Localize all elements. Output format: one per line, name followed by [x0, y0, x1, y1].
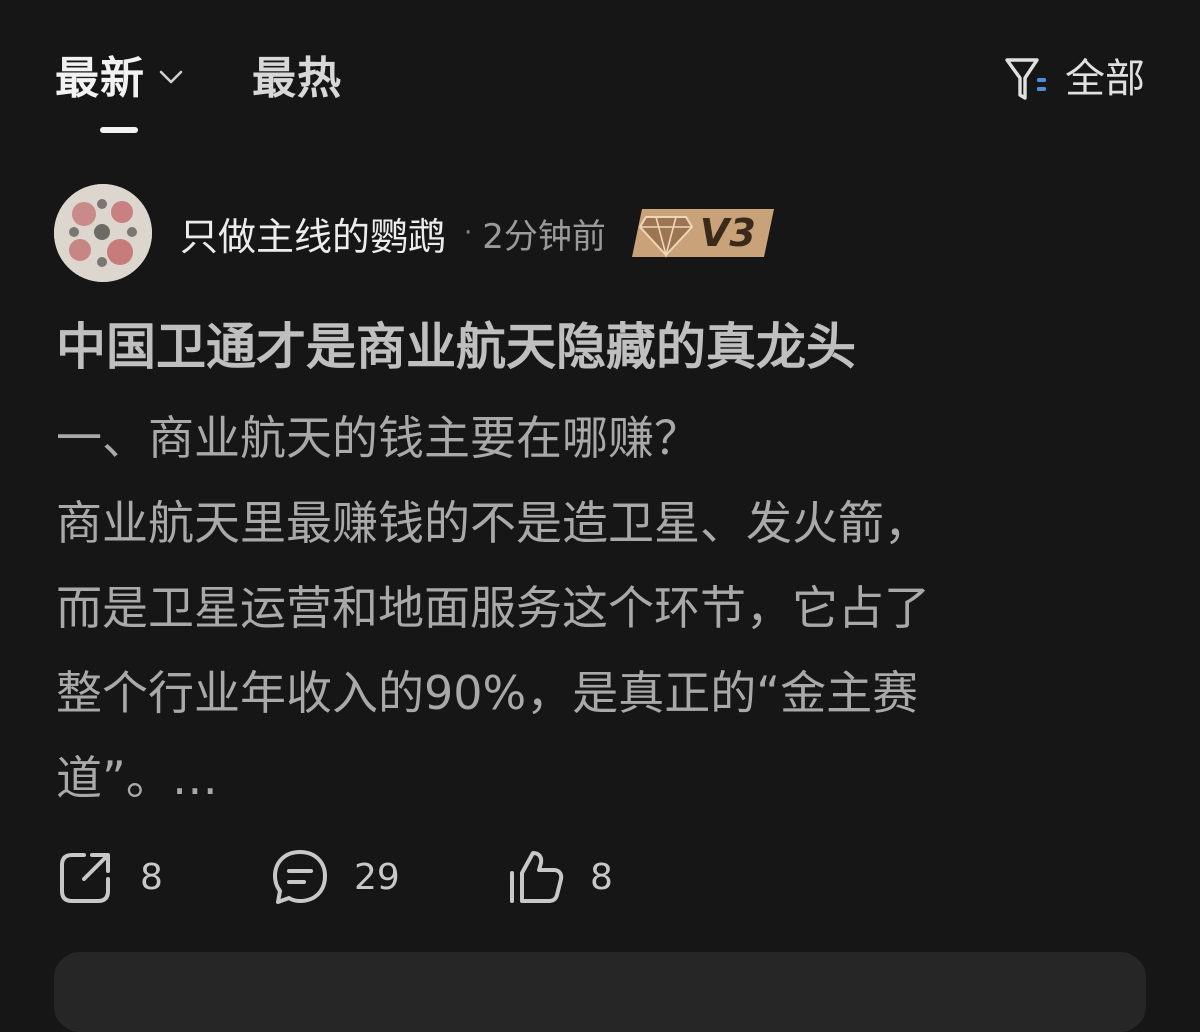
- post-body[interactable]: 一、商业航天的钱主要在哪赚？ 商业航天里最赚钱的不是造卫星、发火箭， 而是卫星运…: [56, 396, 1146, 821]
- comment-icon: [273, 850, 327, 904]
- share-button[interactable]: 8: [56, 842, 163, 912]
- share-icon: [60, 853, 110, 903]
- tab-hot-label: 最热: [252, 53, 342, 104]
- filter-label: 全部: [1065, 56, 1145, 102]
- tab-latest-label: 最新: [55, 53, 145, 104]
- avatar[interactable]: [54, 184, 152, 282]
- next-post-card[interactable]: [54, 952, 1146, 1032]
- filter-button[interactable]: 全部: [1003, 44, 1145, 114]
- post-body-line: 而是卫星运营和地面服务这个环节，它占了: [56, 581, 930, 635]
- meta-separator: ·: [464, 218, 473, 248]
- post-body-line: 商业航天里最赚钱的不是造卫星、发火箭，: [56, 496, 930, 550]
- comment-count: 29: [354, 856, 400, 898]
- level-text: V3: [699, 211, 756, 255]
- post-actions: 8 29 8: [56, 842, 756, 912]
- thumbs-up-icon: [510, 851, 564, 903]
- like-button[interactable]: 8: [506, 842, 613, 912]
- avatar-image: [54, 184, 152, 282]
- post-body-line: 一、商业航天的钱主要在哪赚？: [56, 411, 700, 465]
- share-count: 8: [140, 856, 163, 898]
- post-time: 2分钟前: [482, 216, 606, 257]
- tab-latest[interactable]: 最新: [55, 44, 183, 133]
- tab-hot[interactable]: 最热: [252, 44, 342, 114]
- like-count: 8: [590, 856, 613, 898]
- filter-icon: [1005, 58, 1046, 100]
- post-body-line: 整个行业年收入的90%，是真正的“金主赛: [56, 666, 919, 720]
- feed-tabs: 最新 最热 全部: [55, 44, 1145, 133]
- comment-button[interactable]: 29: [270, 842, 400, 912]
- post-body-line: 道”。…: [56, 751, 218, 805]
- chevron-down-icon: [159, 70, 183, 84]
- author-name[interactable]: 只做主线的鹦鹉: [180, 206, 446, 261]
- post-author-row: 只做主线的鹦鹉 · 2分钟前 V3: [54, 184, 778, 282]
- post-title[interactable]: 中国卫通才是商业航天隐藏的真龙头: [56, 312, 1156, 382]
- active-tab-indicator: [100, 127, 138, 133]
- level-badge: V3: [628, 203, 778, 263]
